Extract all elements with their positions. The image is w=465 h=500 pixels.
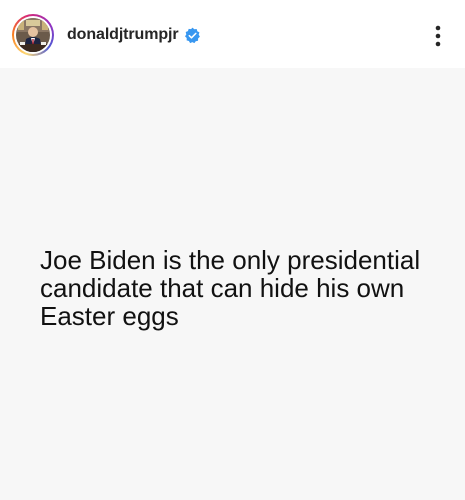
more-options-icon [435, 25, 441, 47]
post-text: Joe Biden is the only presidential candi… [40, 245, 421, 331]
post-header: donaldjtrumpjr [0, 0, 465, 68]
username[interactable]: donaldjtrumpjr [67, 25, 179, 45]
more-options-button[interactable] [426, 22, 450, 50]
post-image[interactable]: Joe Biden is the only presidential candi… [0, 68, 465, 500]
avatar[interactable] [12, 14, 54, 56]
verified-badge-icon [185, 27, 200, 44]
avatar-border [14, 16, 52, 54]
instagram-post: donaldjtrumpjr Joe Biden is the only pre… [0, 0, 465, 500]
profile-photo-icon [16, 18, 50, 52]
